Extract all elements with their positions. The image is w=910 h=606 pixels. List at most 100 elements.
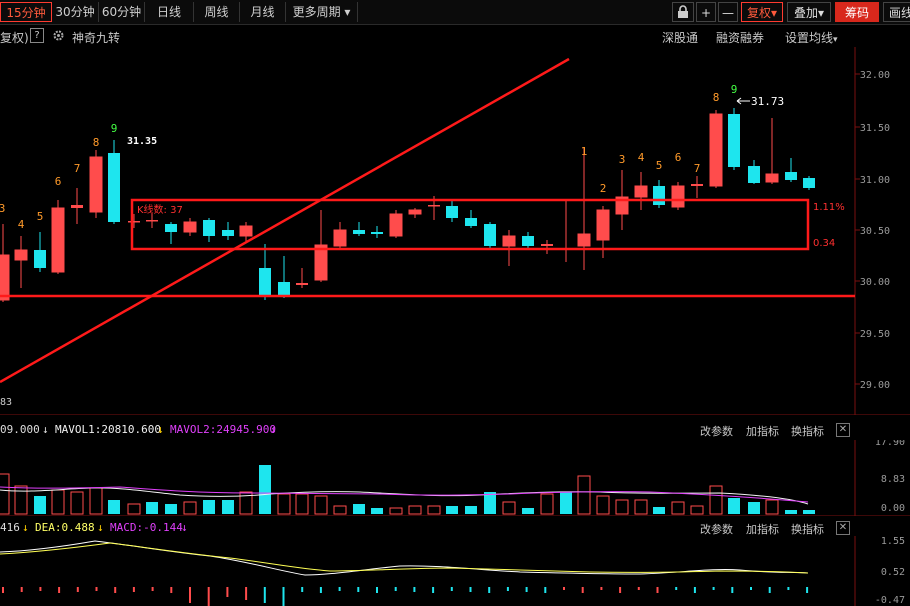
chevron-down-icon: ▾ — [817, 6, 825, 20]
volume-bar — [146, 502, 158, 514]
dif-line — [0, 540, 809, 576]
mavol1-line — [0, 487, 809, 505]
candle-body — [541, 244, 553, 246]
volume-bar — [259, 465, 271, 514]
count-label: 9 — [731, 83, 738, 96]
price-tick-label: 30.00 — [860, 277, 890, 288]
indicator-bar: 复权) ? 神奇九转 深股通 融资融券 设置均线▾ — [0, 25, 855, 47]
macd-tick-label: -0.47 — [875, 595, 905, 606]
candle-body — [34, 250, 46, 268]
volume-bar — [51, 489, 65, 515]
gear-icon[interactable] — [52, 29, 65, 45]
tab-monthly[interactable]: 月线 — [240, 2, 286, 22]
candle-body — [484, 224, 496, 246]
shengutong-link[interactable]: 深股通 — [662, 29, 698, 46]
volume-bar — [408, 505, 422, 515]
overlay-button[interactable]: 叠加▾ — [787, 2, 831, 22]
zoom-out-button[interactable]: — — [718, 2, 738, 22]
volume-tick-label: 0.00 — [881, 503, 905, 514]
macd-params-button[interactable]: 改参数 — [700, 521, 733, 537]
candle-body — [296, 283, 308, 285]
box-percent: 1.11% — [813, 202, 845, 213]
trend-line[interactable] — [0, 57, 570, 384]
mavol2-value: MAVOL2:24945.900 — [170, 423, 276, 436]
macd-chart: 1.55 0.52 -0.47 — [0, 536, 905, 606]
volume-params-button[interactable]: 改参数 — [700, 423, 733, 439]
volume-bar — [34, 496, 46, 514]
candle-body — [428, 205, 440, 207]
volume-bar — [560, 492, 572, 514]
candle-body — [653, 186, 665, 205]
ma-settings-button[interactable]: 设置均线▾ — [785, 29, 838, 46]
macd-close-icon[interactable]: ✕ — [836, 521, 850, 535]
volume-bar — [577, 475, 591, 515]
price-tick-label: 29.00 — [860, 380, 890, 391]
high-price-left: 31.35 — [127, 136, 157, 147]
zoom-in-button[interactable]: + — [696, 2, 716, 22]
volume-tick-label: 17.90 — [875, 440, 905, 448]
candle-body — [353, 230, 365, 234]
price-axis: 32.00 31.50 31.00 30.50 30.00 29.50 29.00 — [855, 70, 890, 391]
volume-bar — [690, 505, 704, 515]
macd-tick-label: 0.52 — [881, 567, 905, 578]
volume-bar — [14, 485, 28, 515]
help-icon[interactable]: ? — [30, 28, 44, 43]
volume-bar — [748, 502, 760, 514]
overlay-label: 叠加 — [793, 6, 818, 20]
macd-value: MACD:-0.144 — [110, 521, 183, 534]
candle-body — [785, 172, 797, 180]
fuquan-label: 复权 — [746, 6, 771, 20]
volume-add-indicator-button[interactable]: 加指标 — [746, 423, 779, 439]
volume-bar — [427, 505, 441, 515]
volume-bar — [333, 505, 347, 515]
macd-switch-indicator-button[interactable]: 换指标 — [791, 521, 824, 537]
high-price-right: 31.73 — [751, 95, 784, 108]
volume-bar — [353, 504, 365, 514]
candle-body — [765, 173, 779, 183]
arrow-down-icon: ↓ — [42, 423, 49, 436]
lock-icon — [678, 5, 688, 18]
draw-line-button[interactable]: 画线 — [883, 2, 910, 22]
candle-body — [728, 114, 740, 167]
tab-daily[interactable]: 日线 — [145, 2, 194, 22]
volume-chart: 17.90 8.83 0.00 — [0, 440, 910, 516]
tab-30min[interactable]: 30分钟 — [52, 2, 99, 22]
tab-15min[interactable]: 15分钟 — [0, 2, 52, 22]
volume-switch-indicator-button[interactable]: 换指标 — [791, 423, 824, 439]
volume-bar — [785, 510, 797, 514]
price-tick-label: 30.50 — [860, 226, 890, 237]
period-toolbar: 15分钟 30分钟 60分钟 日线 周线 月线 更多周期 ▾ + — 复权▾ 叠… — [0, 0, 910, 25]
volume-bar — [314, 495, 328, 515]
volume-bar — [728, 498, 740, 514]
volume-bar — [522, 508, 534, 514]
candle-body — [389, 213, 403, 237]
candle-body — [165, 224, 177, 232]
volume-bar — [203, 500, 215, 514]
lock-button[interactable] — [672, 2, 694, 22]
tab-60min[interactable]: 60分钟 — [99, 2, 145, 22]
box-kline-count: K线数: 37 — [137, 203, 183, 216]
candle-body — [408, 209, 422, 215]
chips-button[interactable]: 筹码 — [835, 2, 879, 22]
tab-more-periods[interactable]: 更多周期 ▾ — [286, 2, 358, 22]
tab-weekly[interactable]: 周线 — [194, 2, 240, 22]
candle-body — [371, 232, 383, 234]
candle-body — [465, 218, 477, 226]
arrow-down-icon: ↓ — [22, 521, 29, 534]
candles — [0, 108, 815, 302]
price-tick-label: 32.00 — [860, 70, 890, 81]
candle-body — [803, 178, 815, 188]
volume-bar — [127, 503, 141, 515]
volume-header: 09.000 ↓ MAVOL1:20810.600 ↓ MAVOL2:24945… — [0, 421, 855, 439]
candlestick-chart[interactable]: 3456789123 456789 K线数: 37 1.11% 0.34 31.3… — [0, 47, 910, 415]
macd-header: 416 ↓ DEA:0.488 ↓ MACD:-0.144 ↓ 改参数 加指标 … — [0, 519, 855, 537]
macd-add-indicator-button[interactable]: 加指标 — [746, 521, 779, 537]
volume-close-icon[interactable]: ✕ — [836, 423, 850, 437]
fuquan-button[interactable]: 复权▾ — [741, 2, 783, 22]
macd-histogram — [2, 587, 809, 606]
price-tick-label: 31.50 — [860, 123, 890, 134]
margin-trading-link[interactable]: 融资融券 — [716, 29, 764, 46]
chevron-down-icon: ▾ — [833, 35, 838, 45]
volume-bar — [465, 506, 477, 514]
candle-body — [596, 209, 610, 241]
